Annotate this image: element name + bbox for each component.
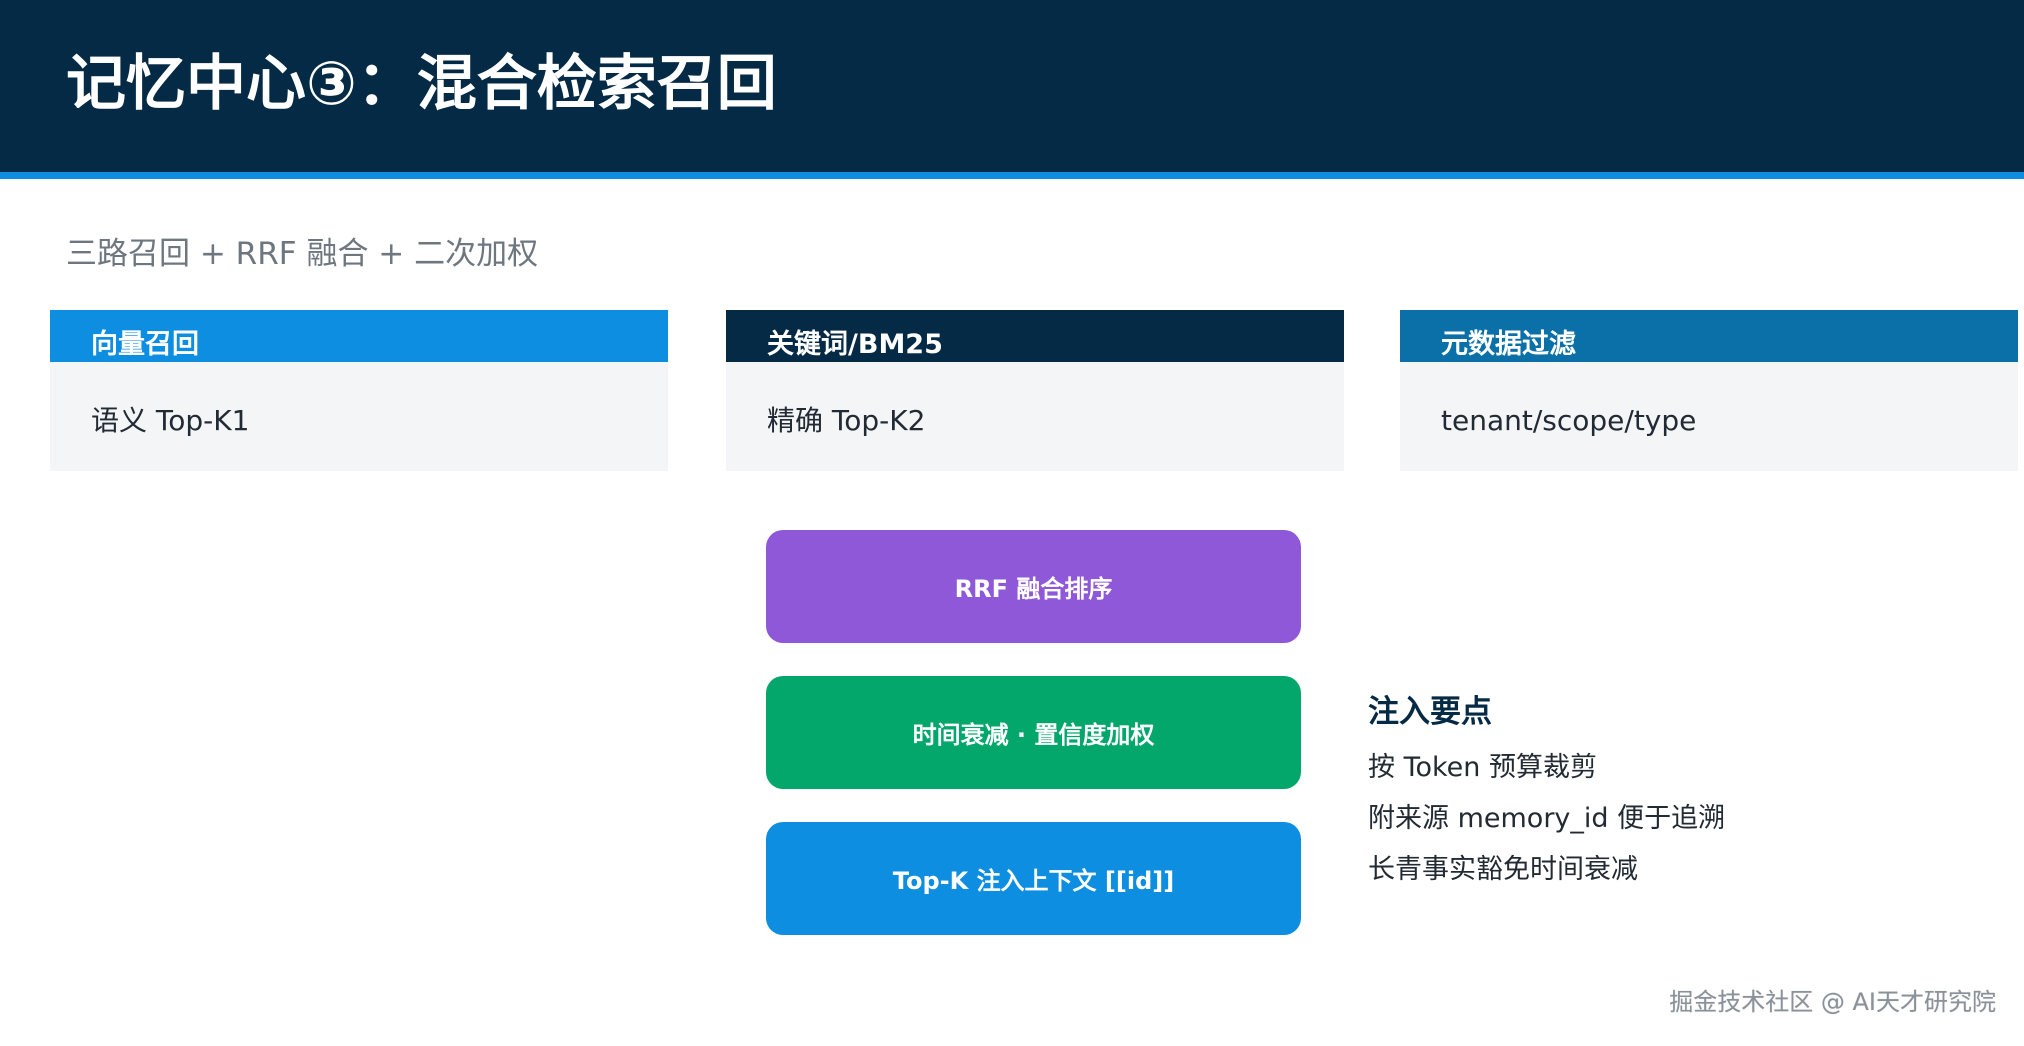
page-subtitle: 三路召回 + RRF 融合 + 二次加权 — [66, 236, 539, 272]
card-header: 元数据过滤 — [1400, 310, 2018, 362]
card-body: 精确 Top-K2 — [767, 404, 926, 437]
notes-item: 附来源 memory_id 便于追溯 — [1368, 803, 1726, 834]
step-label: 时间衰减 · 置信度加权 — [912, 721, 1155, 749]
step-decay-weighting: 时间衰减 · 置信度加权 — [766, 676, 1301, 789]
card-metadata-filter: 元数据过滤 tenant/scope/type — [1400, 310, 2018, 471]
card-title: 向量召回 — [91, 329, 199, 360]
card-title: 元数据过滤 — [1441, 329, 1576, 360]
card-keyword-bm25: 关键词/BM25 精确 Top-K2 — [726, 310, 1344, 471]
card-title: 关键词/BM25 — [767, 329, 943, 360]
notes-item: 按 Token 预算裁剪 — [1368, 752, 1597, 783]
step-label: Top-K 注入上下文 [[id]] — [892, 867, 1175, 895]
header-bar: 记忆中心③：混合检索召回 — [0, 0, 2024, 172]
header-divider — [0, 172, 2024, 179]
slide: 记忆中心③：混合检索召回 三路召回 + RRF 融合 + 二次加权 向量召回 语… — [0, 0, 2024, 1046]
notes-item: 长青事实豁免时间衰减 — [1368, 854, 1638, 885]
card-header: 向量召回 — [50, 310, 668, 362]
card-header: 关键词/BM25 — [726, 310, 1344, 362]
card-vector-recall: 向量召回 语义 Top-K1 — [50, 310, 668, 471]
card-body: 语义 Top-K1 — [91, 404, 250, 437]
step-topk-injection: Top-K 注入上下文 [[id]] — [766, 822, 1301, 935]
page-title: 记忆中心③：混合检索召回 — [66, 49, 777, 119]
step-rrf-fusion: RRF 融合排序 — [766, 530, 1301, 643]
step-label: RRF 融合排序 — [954, 575, 1113, 603]
card-body: tenant/scope/type — [1441, 404, 1697, 437]
notes-title: 注入要点 — [1368, 694, 1492, 730]
watermark: 掘金技术社区 @ AI天才研究院 — [1669, 988, 1996, 1016]
notes-panel: 注入要点 按 Token 预算裁剪 附来源 memory_id 便于追溯 长青事… — [1368, 692, 1988, 895]
